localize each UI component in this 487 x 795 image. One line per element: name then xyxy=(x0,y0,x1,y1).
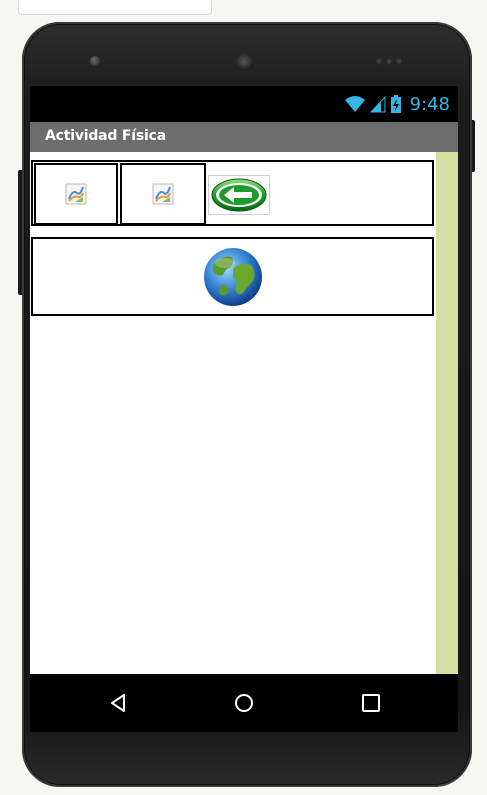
image-cell-1[interactable] xyxy=(34,163,118,225)
broken-image-icon xyxy=(65,183,87,205)
wifi-icon xyxy=(344,96,365,112)
nav-back-icon xyxy=(111,694,125,712)
phone-screen: 9:48 Actividad Física xyxy=(30,86,458,674)
top-tab xyxy=(18,0,212,15)
nav-home-button[interactable] xyxy=(232,691,256,715)
front-camera xyxy=(236,53,254,71)
status-icons: 9:48 xyxy=(344,92,450,116)
nav-recent-button[interactable] xyxy=(359,691,383,715)
scroll-strip xyxy=(436,152,458,674)
cell-signal-icon xyxy=(369,95,386,113)
title-bar: Actividad Física xyxy=(30,122,458,152)
green-back-arrow-icon xyxy=(211,178,267,212)
back-button[interactable] xyxy=(208,175,270,215)
image-cell-2[interactable] xyxy=(120,163,206,225)
nav-home-icon xyxy=(235,694,253,712)
horizontal-arrangement xyxy=(31,160,434,226)
globe-icon[interactable] xyxy=(203,247,263,307)
page-title: Actividad Física xyxy=(45,128,166,144)
nav-back-button[interactable] xyxy=(106,691,130,715)
content-area xyxy=(30,152,436,674)
battery-charging-icon xyxy=(390,95,401,113)
navigation-bar xyxy=(30,674,458,732)
status-time: 9:48 xyxy=(409,93,450,115)
globe-arrangement xyxy=(31,237,434,316)
front-sensor xyxy=(90,56,100,66)
broken-image-icon xyxy=(152,183,174,205)
sensor-dots xyxy=(376,58,402,64)
status-bar: 9:48 xyxy=(30,86,458,122)
nav-recent-apps-icon xyxy=(362,694,380,712)
